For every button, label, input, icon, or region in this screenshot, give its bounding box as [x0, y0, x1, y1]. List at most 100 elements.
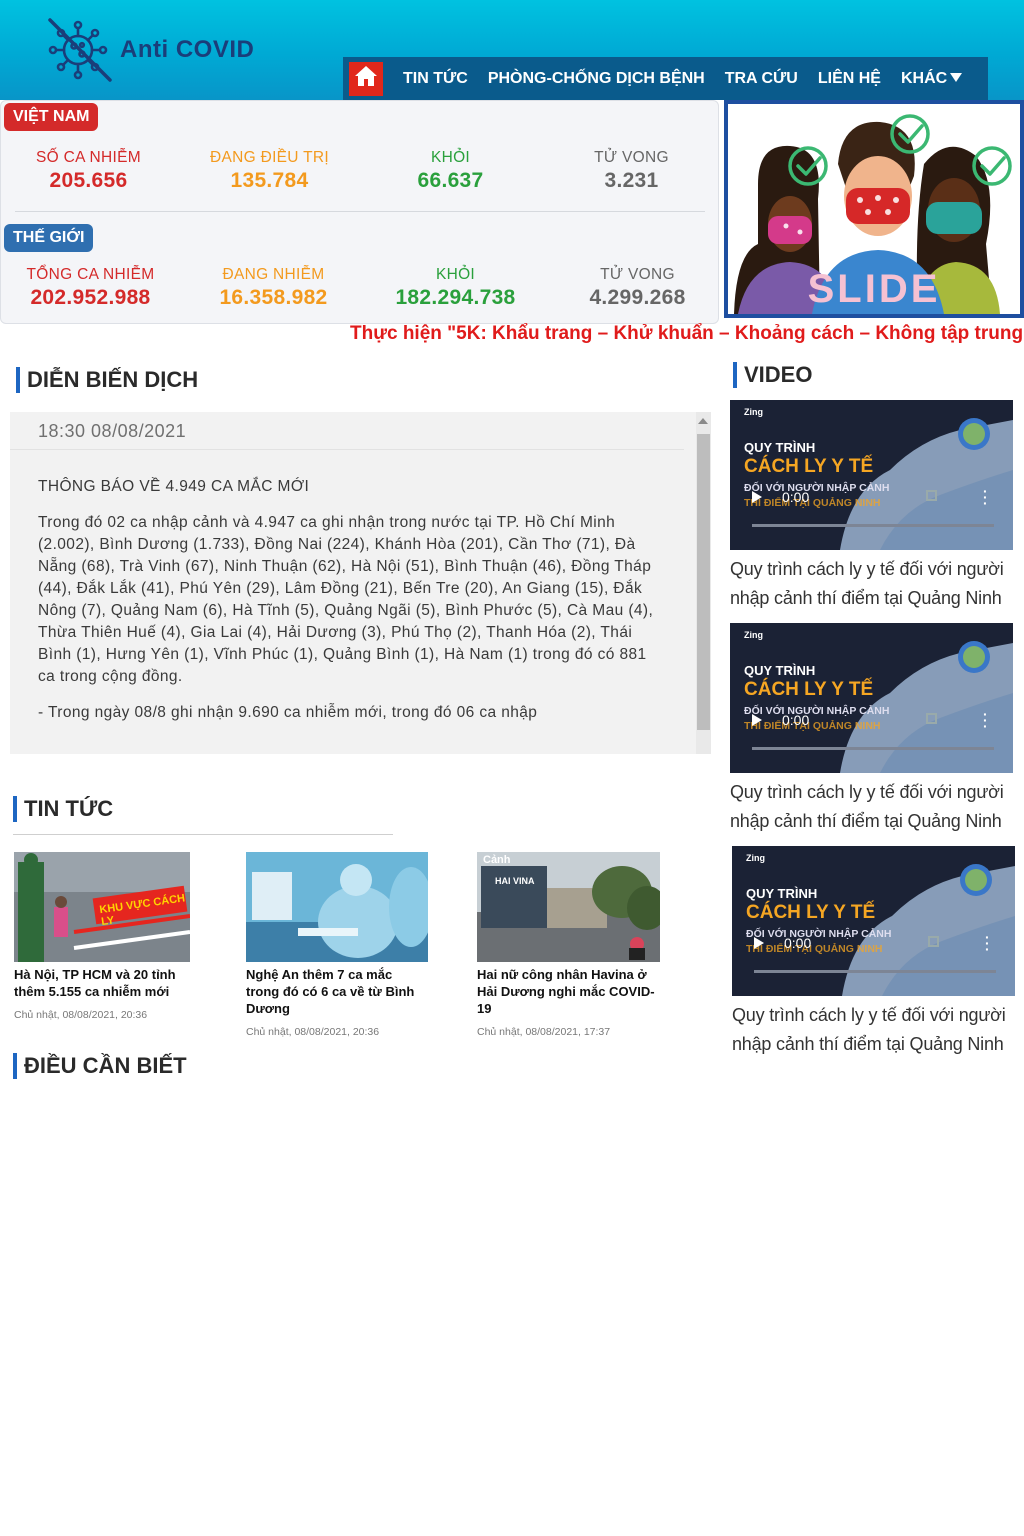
video-time: 0:00 [782, 489, 810, 505]
play-icon[interactable] [752, 714, 762, 726]
scroll-up-icon[interactable] [698, 418, 708, 424]
video-controls: 0:00 · · · [732, 930, 1015, 956]
video-channel-logo: Zing [744, 407, 763, 417]
news-card[interactable]: KHU VỰC CÁCH LY Hà Nội, TP HCM và 20 tỉn… [14, 852, 190, 1021]
video-caption-line: QUY TRÌNH [744, 663, 816, 678]
video-channel-logo: Zing [746, 853, 765, 863]
video-player[interactable]: Zing QUY TRÌNH CÁCH LY Y TẾ ĐỐI VỚI NGƯỜ… [730, 623, 1013, 773]
stat-label: KHỎI [435, 266, 476, 283]
news-thumbnail[interactable]: Cảnh HAI VINA [477, 852, 660, 962]
play-icon[interactable] [752, 491, 762, 503]
vietnam-badge: VIỆT NAM [4, 103, 99, 131]
slide-label: SLIDE [807, 267, 941, 311]
stat-label: TỔNG CA NHIỄM [26, 266, 155, 283]
nav-tin-tuc[interactable]: TIN TỨC [403, 70, 468, 88]
feed-scrollbar[interactable] [696, 412, 711, 754]
world-stat-cases: TỔNG CA NHIỄM 202.952.988 [3, 266, 178, 310]
feed-text: Trong đó 02 ca nhập cảnh và 4.947 ca ghi… [38, 514, 654, 685]
world-stat-deaths: TỬ VONG 4.299.268 [550, 266, 725, 310]
stat-value: 16.358.982 [219, 286, 328, 309]
stat-value: 66.637 [417, 169, 484, 192]
stat-label: ĐANG ĐIỀU TRỊ [209, 149, 329, 166]
scroll-thumb[interactable] [697, 434, 710, 730]
feed-more: - Trong ngày 08/8 ghi nhận 9.690 ca nhiễ… [38, 704, 538, 721]
video-progress-bar[interactable] [752, 524, 994, 527]
video-card[interactable]: Zing QUY TRÌNH CÁCH LY Y TẾ ĐỐI VỚI NGƯỜ… [730, 400, 1014, 613]
news-title[interactable]: Hai nữ công nhân Havina ở Hải Dương nghi… [477, 966, 660, 1017]
news-title[interactable]: Hà Nội, TP HCM và 20 tỉnh thêm 5.155 ca … [14, 966, 190, 1000]
video-controls: 0:00 · · · [730, 484, 1013, 510]
world-stat-active: ĐANG NHIỄM 16.358.982 [186, 266, 361, 310]
video-caption-line: CÁCH LY Y TẾ [746, 902, 876, 923]
more-options-icon[interactable]: · · · [985, 930, 990, 956]
stat-label: ĐANG NHIỄM [222, 266, 325, 283]
video-title[interactable]: Quy trình cách ly y tế đối với người nhậ… [730, 555, 1014, 613]
video-player[interactable]: Zing QUY TRÌNH CÁCH LY Y TẾ ĐỐI VỚI NGƯỜ… [730, 400, 1013, 550]
virus-logo-icon[interactable] [44, 14, 116, 86]
feed-date: 18:30 08/08/2021 [10, 412, 684, 450]
news-thumbnail[interactable] [246, 852, 428, 962]
fullscreen-icon[interactable] [928, 936, 939, 947]
marquee-banner[interactable]: Thực hiện "5K: Khẩu trang – Khử khuẩn – … [350, 323, 1024, 349]
vn-stat-treating: ĐANG ĐIỀU TRỊ 135.784 [182, 149, 357, 193]
news-card[interactable]: Cảnh HAI VINA Hai nữ công nhân Havina ở … [477, 852, 660, 1038]
more-options-icon[interactable]: · · · [983, 707, 988, 733]
stat-label: TỬ VONG [600, 266, 675, 283]
section-underline [13, 834, 393, 835]
home-icon [354, 65, 378, 92]
video-caption-line: QUY TRÌNH [744, 440, 816, 455]
nav-khac[interactable]: KHÁC [900, 69, 963, 88]
outbreak-feed[interactable]: 18:30 08/08/2021 THÔNG BÁO VỀ 4.949 CA M… [10, 412, 711, 754]
video-caption-line: CÁCH LY Y TẾ [744, 456, 874, 477]
vn-stat-cases: SỐ CA NHIỄM 205.656 [1, 149, 176, 193]
video-card[interactable]: Zing QUY TRÌNH CÁCH LY Y TẾ ĐỐI VỚI NGƯỜ… [732, 846, 1016, 1059]
brand-name[interactable]: Anti COVID [120, 36, 254, 64]
home-button[interactable] [349, 61, 383, 96]
video-progress-bar[interactable] [754, 970, 996, 973]
video-time: 0:00 [782, 712, 810, 728]
news-date: Chủ nhật, 08/08/2021, 20:36 [246, 1026, 380, 1038]
news-image-sign: HAI VINA [495, 876, 535, 886]
news-title[interactable]: Nghệ An thêm 7 ca mắc trong đó có 6 ca v… [246, 966, 428, 1017]
vn-stat-recovered: KHỎI 66.637 [363, 149, 538, 193]
stat-value: 202.952.988 [30, 286, 151, 309]
video-channel-logo: Zing [744, 630, 763, 640]
caret-down-icon [950, 70, 963, 88]
stat-label: SỐ CA NHIỄM [36, 149, 141, 166]
news-image-watermark: Cảnh [483, 854, 511, 866]
stat-label: KHỎI [430, 149, 471, 166]
stat-value: 4.299.268 [589, 286, 686, 309]
stat-value: 182.294.738 [395, 286, 516, 309]
stats-divider [15, 211, 705, 212]
video-caption-line: CÁCH LY Y TẾ [744, 679, 874, 700]
news-thumbnail[interactable]: KHU VỰC CÁCH LY [14, 852, 190, 962]
nav-tra-cuu[interactable]: TRA CỨU [725, 70, 798, 88]
stats-panel: VIỆT NAM SỐ CA NHIỄM 205.656 ĐANG ĐIỀU T… [0, 100, 719, 324]
nav-lien-he[interactable]: LIÊN HỆ [818, 70, 881, 88]
video-title[interactable]: Quy trình cách ly y tế đối với người nhậ… [732, 1001, 1016, 1059]
section-title-dien-bien: DIỄN BIẾN DỊCH [16, 367, 198, 393]
play-icon[interactable] [754, 937, 764, 949]
news-card[interactable]: Nghệ An thêm 7 ca mắc trong đó có 6 ca v… [246, 852, 428, 1038]
world-badge: THẾ GIỚI [4, 224, 94, 252]
more-options-icon[interactable]: · · · [983, 484, 988, 510]
fullscreen-icon[interactable] [926, 490, 937, 501]
video-title[interactable]: Quy trình cách ly y tế đối với người nhậ… [730, 778, 1014, 836]
site-header: Anti COVID TIN TỨC PHÒNG-CHỐNG DỊCH BỆNH… [0, 0, 1024, 100]
section-title-video: VIDEO [733, 362, 812, 388]
video-controls: 0:00 · · · [730, 707, 1013, 733]
video-card[interactable]: Zing QUY TRÌNH CÁCH LY Y TẾ ĐỐI VỚI NGƯỜ… [730, 623, 1014, 836]
video-player[interactable]: Zing QUY TRÌNH CÁCH LY Y TẾ ĐỐI VỚI NGƯỜ… [732, 846, 1015, 996]
feed-heading: THÔNG BÁO VỀ 4.949 CA MẮC MỚI [38, 478, 310, 495]
slide-illustration: SLIDE [728, 104, 1020, 314]
fullscreen-icon[interactable] [926, 713, 937, 724]
stat-value: 205.656 [49, 169, 128, 192]
video-caption-line: QUY TRÌNH [746, 886, 818, 901]
nav-khac-label: KHÁC [900, 69, 948, 87]
stat-value: 135.784 [230, 169, 309, 192]
world-stat-recovered: KHỎI 182.294.738 [368, 266, 543, 310]
main-nav: TIN TỨC PHÒNG-CHỐNG DỊCH BỆNH TRA CỨU LI… [343, 57, 988, 100]
nav-phong-chong[interactable]: PHÒNG-CHỐNG DỊCH BỆNH [488, 70, 705, 88]
slide-banner[interactable]: SLIDE [724, 100, 1024, 318]
video-progress-bar[interactable] [752, 747, 994, 750]
